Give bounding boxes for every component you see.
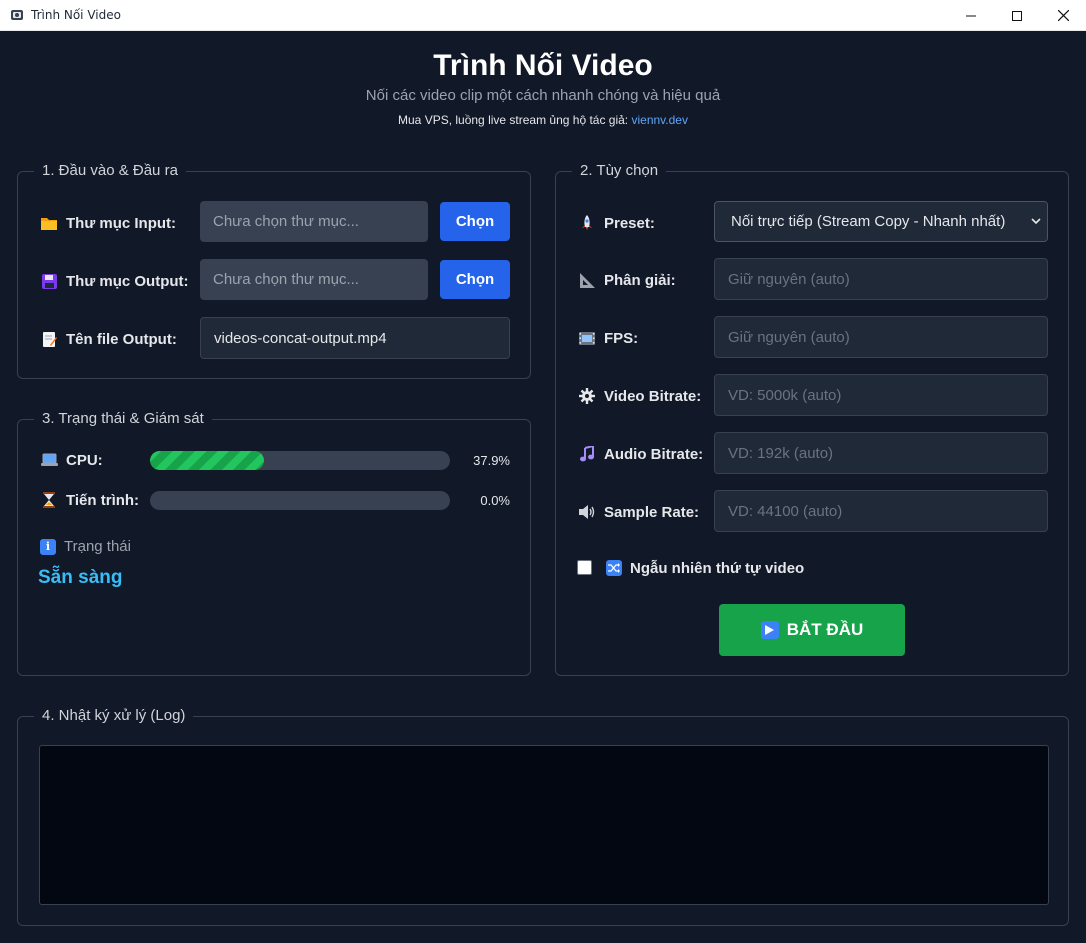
info-icon: i xyxy=(40,538,56,555)
folder-icon xyxy=(40,216,58,230)
status-panel: 3. Trạng thái & Giám sát CPU: 37.9% Tiến… xyxy=(17,410,531,676)
chevron-down-icon xyxy=(1025,202,1047,241)
io-panel: 1. Đầu vào & Đầu ra Thư mục Input: Chưa … xyxy=(17,162,531,379)
progress-percent: 0.0% xyxy=(480,493,510,508)
play-icon xyxy=(760,621,779,639)
minimize-button[interactable] xyxy=(948,0,994,31)
fps-field[interactable]: Giữ nguyên (auto) xyxy=(714,316,1048,358)
status-value: Sẵn sàng xyxy=(38,567,123,588)
promo-link[interactable]: viennv.dev xyxy=(631,113,687,127)
shuffle-icon xyxy=(606,560,622,576)
options-panel-legend: 2. Tùy chọn xyxy=(572,162,667,179)
gear-icon xyxy=(578,388,596,404)
floppy-icon xyxy=(40,273,58,289)
cpu-percent: 37.9% xyxy=(473,453,510,468)
choose-output-button[interactable]: Chọn xyxy=(440,260,510,299)
film-icon xyxy=(578,331,596,345)
close-button[interactable] xyxy=(1040,0,1086,31)
log-panel: 4. Nhật ký xử lý (Log) xyxy=(17,707,1069,926)
sample-rate-label: Sample Rate: xyxy=(578,501,699,523)
cpu-usage-bar xyxy=(150,451,450,470)
preset-label: Preset: xyxy=(578,212,655,234)
music-note-icon xyxy=(578,446,596,462)
page-subtitle: Nối các video clip một cách nhanh chóng … xyxy=(365,87,721,104)
audio-bitrate-field[interactable]: VD: 192k (auto) xyxy=(714,432,1048,474)
status-panel-legend: 3. Trạng thái & Giám sát xyxy=(34,410,212,427)
output-folder-field[interactable]: Chưa chọn thư mục... xyxy=(200,259,428,300)
audio-bitrate-label: Audio Bitrate: xyxy=(578,443,703,465)
progress-label: Tiến trình: xyxy=(40,489,139,511)
app-main: Trình Nối Video Nối các video clip một c… xyxy=(1,31,1085,942)
start-button[interactable]: BẮT ĐẦU xyxy=(719,604,905,656)
preset-select[interactable]: Nối trực tiếp (Stream Copy - Nhanh nhất) xyxy=(714,201,1048,242)
resolution-field[interactable]: Giữ nguyên (auto) xyxy=(714,258,1048,300)
resolution-label: Phân giải: xyxy=(578,269,676,291)
cpu-usage-fill xyxy=(150,451,264,470)
sample-rate-field[interactable]: VD: 44100 (auto) xyxy=(714,490,1048,532)
output-folder-label: Thư mục Output: xyxy=(40,270,189,292)
rocket-icon xyxy=(578,215,596,231)
fps-label: FPS: xyxy=(578,327,638,349)
status-label: i Trạng thái xyxy=(40,538,131,555)
output-filename-field[interactable]: videos-concat-output.mp4 xyxy=(200,317,510,359)
window-titlebar: Trình Nối Video xyxy=(0,0,1086,31)
speaker-icon xyxy=(578,505,596,519)
options-panel: 2. Tùy chọn Preset: Nối trực tiếp (Strea… xyxy=(555,162,1069,676)
maximize-button[interactable] xyxy=(994,0,1040,31)
video-bitrate-field[interactable]: VD: 5000k (auto) xyxy=(714,374,1048,416)
choose-input-button[interactable]: Chọn xyxy=(440,202,510,241)
window-title: Trình Nối Video xyxy=(31,8,121,22)
video-bitrate-label: Video Bitrate: xyxy=(578,385,701,407)
cpu-label: CPU: xyxy=(40,449,103,471)
progress-bar xyxy=(150,491,450,510)
io-panel-legend: 1. Đầu vào & Đầu ra xyxy=(34,162,186,179)
hourglass-icon xyxy=(40,492,58,508)
app-icon xyxy=(9,7,25,23)
output-file-label: Tên file Output: xyxy=(40,328,177,350)
promo-label: Mua VPS, luồng live stream ủng hộ tác gi… xyxy=(398,113,632,127)
ruler-icon xyxy=(578,272,596,288)
shuffle-label: Ngẫu nhiên thứ tự video xyxy=(606,558,804,578)
log-output[interactable] xyxy=(39,745,1049,905)
page-title: Trình Nối Video xyxy=(433,49,653,82)
log-panel-legend: 4. Nhật ký xử lý (Log) xyxy=(34,707,194,724)
input-folder-field[interactable]: Chưa chọn thư mục... xyxy=(200,201,428,242)
input-folder-label: Thư mục Input: xyxy=(40,212,176,234)
laptop-icon xyxy=(40,453,58,467)
promo-text: Mua VPS, luồng live stream ủng hộ tác gi… xyxy=(1,113,1085,127)
shuffle-checkbox[interactable] xyxy=(577,560,592,575)
memo-icon xyxy=(40,331,58,347)
